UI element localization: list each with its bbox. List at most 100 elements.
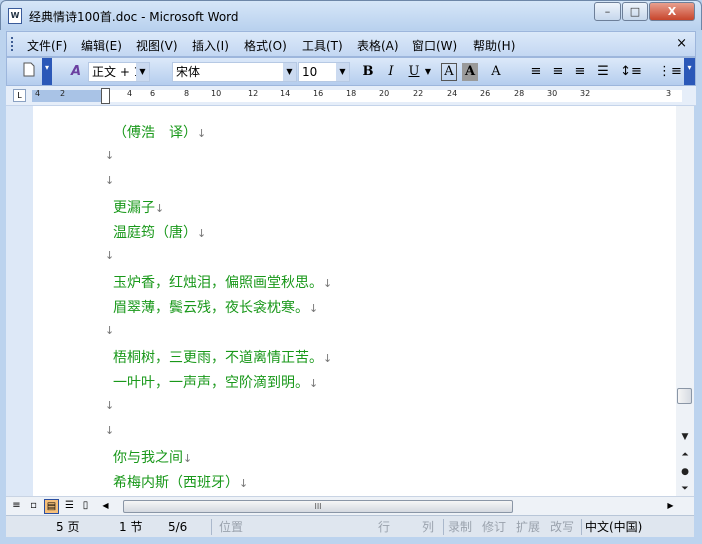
document-line[interactable]: 温庭筠（唐）↓ xyxy=(113,222,206,242)
status-language[interactable]: 中文(中国) xyxy=(585,518,642,536)
distributed-align-icon[interactable]: ☰ xyxy=(594,62,612,82)
empty-paragraph[interactable]: ↓ xyxy=(105,247,114,263)
ruler-tick-label: 8 xyxy=(184,89,190,98)
print-layout-view-icon[interactable]: ▤ xyxy=(44,499,59,514)
outline-view-icon[interactable]: ☰ xyxy=(62,499,77,514)
status-section: 1 节 xyxy=(119,520,143,534)
underline-button[interactable]: U xyxy=(405,62,423,82)
document-line[interactable]: 玉炉香，红烛泪，偏照画堂秋思。↓ xyxy=(113,272,332,292)
toolbar-options-icon[interactable]: ▾ xyxy=(684,58,695,85)
horizontal-scrollbar-row: ≡ ▫ ▤ ☰ ▯ ◀ III ▶ xyxy=(6,496,694,515)
close-button[interactable]: X xyxy=(649,2,695,21)
chevron-down-icon[interactable]: ▼ xyxy=(336,63,349,81)
align-justify-icon[interactable]: ≡ xyxy=(527,62,545,82)
document-line[interactable]: 更漏子↓ xyxy=(113,197,164,217)
grip-handle[interactable] xyxy=(11,37,14,51)
chevron-down-icon[interactable]: ▼ xyxy=(423,62,433,82)
status-track-changes[interactable]: 修订 xyxy=(482,518,506,536)
tab-selector[interactable]: L xyxy=(13,89,26,102)
new-document-icon[interactable] xyxy=(21,62,37,82)
status-page-count: 5/6 xyxy=(168,520,188,534)
menu-table[interactable]: 表格(A) xyxy=(357,37,399,54)
character-scaling-button[interactable]: A xyxy=(485,62,507,82)
character-border-button[interactable]: A xyxy=(441,63,457,81)
horizontal-ruler[interactable]: L 4224681012141618202224262830323 xyxy=(6,86,696,106)
empty-paragraph[interactable]: ↓ xyxy=(105,147,114,163)
scroll-down-icon[interactable]: ▼ xyxy=(679,432,691,442)
line-text: 玉炉香，红烛泪，偏照画堂秋思。 xyxy=(113,275,323,291)
line-spacing-icon[interactable]: ↕≡ xyxy=(618,62,644,82)
menu-edit[interactable]: 编辑(E) xyxy=(81,37,122,54)
menu-tools[interactable]: 工具(T) xyxy=(302,37,343,54)
line-text: 希梅内斯（西班牙） xyxy=(113,475,239,491)
align-right-icon[interactable]: ≡ xyxy=(571,62,589,82)
minimize-button[interactable]: – xyxy=(594,2,621,21)
align-center-icon[interactable]: ≡ xyxy=(549,62,567,82)
maximize-button[interactable]: □ xyxy=(622,2,648,21)
font-size-combo[interactable]: 10 ▼ xyxy=(298,62,350,82)
paragraph-mark-icon: ↓ xyxy=(105,399,115,412)
line-text: 温庭筠（唐） xyxy=(113,225,197,241)
menu-window[interactable]: 窗口(W) xyxy=(412,37,457,54)
menu-view[interactable]: 视图(V) xyxy=(136,37,178,54)
bold-button[interactable]: B xyxy=(359,62,377,82)
scroll-right-icon[interactable]: ▶ xyxy=(663,499,678,514)
status-overtype[interactable]: 改写 xyxy=(550,518,574,536)
line-text: （傅浩 译） xyxy=(113,125,197,141)
empty-paragraph[interactable]: ↓ xyxy=(105,397,114,413)
paragraph-mark-icon: ↓ xyxy=(105,149,115,162)
styles-icon[interactable]: A xyxy=(67,62,85,82)
menu-format[interactable]: 格式(O) xyxy=(244,37,287,54)
reading-layout-view-icon[interactable]: ▯ xyxy=(78,499,93,514)
numbering-icon[interactable]: ⋮≡ xyxy=(658,62,682,82)
horizontal-scroll-thumb[interactable]: III xyxy=(123,500,513,513)
next-page-icon[interactable]: ⏷ xyxy=(679,484,691,494)
paragraph-mark-icon: ↓ xyxy=(309,377,319,390)
vertical-scroll-thumb[interactable] xyxy=(677,388,692,404)
normal-view-icon[interactable]: ≡ xyxy=(9,499,24,514)
character-shading-button[interactable]: A xyxy=(462,63,478,81)
status-page: 5 页 xyxy=(56,520,80,534)
ruler-tick-label: 30 xyxy=(547,89,558,98)
empty-paragraph[interactable]: ↓ xyxy=(105,172,114,188)
title-bar: W 经典情诗100首.doc - Microsoft Word – □ X xyxy=(0,0,702,30)
italic-button[interactable]: I xyxy=(382,62,400,82)
document-line[interactable]: 梧桐树，三更雨，不道离情正苦。↓ xyxy=(113,347,332,367)
line-text: 更漏子 xyxy=(113,200,155,216)
document-line[interactable]: 一叶叶，一声声，空阶滴到明。↓ xyxy=(113,372,318,392)
indent-marker[interactable] xyxy=(101,88,110,104)
empty-paragraph[interactable]: ↓ xyxy=(105,322,114,338)
menu-insert[interactable]: 插入(I) xyxy=(192,37,229,54)
paragraph-mark-icon: ↓ xyxy=(155,202,165,215)
status-extend[interactable]: 扩展 xyxy=(516,518,540,536)
web-layout-view-icon[interactable]: ▫ xyxy=(26,499,41,514)
document-line[interactable]: 眉翠薄，鬓云残，夜长衾枕寒。↓ xyxy=(113,297,318,317)
chevron-down-icon[interactable]: ▼ xyxy=(136,63,149,81)
paragraph-mark-icon: ↓ xyxy=(105,249,115,262)
document-line[interactable]: （傅浩 译）↓ xyxy=(113,122,206,142)
empty-paragraph[interactable]: ↓ xyxy=(105,422,114,438)
document-line[interactable]: 你与我之间↓ xyxy=(113,447,192,467)
ruler-tick-label: 12 xyxy=(248,89,259,98)
toolbar-options-icon[interactable]: ▾ xyxy=(42,58,52,85)
menu-file[interactable]: 文件(F) xyxy=(27,37,67,54)
line-text: 你与我之间 xyxy=(113,450,183,466)
paragraph-mark-icon: ↓ xyxy=(323,277,333,290)
document-line[interactable]: 希梅内斯（西班牙）↓ xyxy=(113,472,248,492)
status-record[interactable]: 录制 xyxy=(448,518,472,536)
ruler-tick-label: 6 xyxy=(150,89,156,98)
previous-page-icon[interactable]: ⏶ xyxy=(679,450,691,460)
font-combo[interactable]: 宋体 ▼ xyxy=(172,62,297,82)
vertical-scrollbar[interactable]: ▼ ⏶ ● ⏷ xyxy=(676,106,694,496)
line-text: 一叶叶，一声声，空阶滴到明。 xyxy=(113,375,309,391)
font-value: 宋体 xyxy=(176,65,201,79)
chevron-down-icon[interactable]: ▼ xyxy=(283,63,296,81)
paragraph-mark-icon: ↓ xyxy=(239,477,249,490)
style-combo[interactable]: 正文 + 10 ▼ xyxy=(88,62,150,82)
select-browse-object-icon[interactable]: ● xyxy=(679,467,691,477)
scroll-left-icon[interactable]: ◀ xyxy=(98,499,113,514)
line-text: 眉翠薄，鬓云残，夜长衾枕寒。 xyxy=(113,300,309,316)
document-area[interactable]: （傅浩 译）↓ ↓ ↓ 更漏子↓ 温庭筠（唐）↓ ↓ 玉炉香，红烛泪，偏照画堂秋思。↓ 眉翠薄… xyxy=(6,106,676,496)
close-document-button[interactable]: × xyxy=(676,36,687,51)
menu-help[interactable]: 帮助(H) xyxy=(473,37,515,54)
